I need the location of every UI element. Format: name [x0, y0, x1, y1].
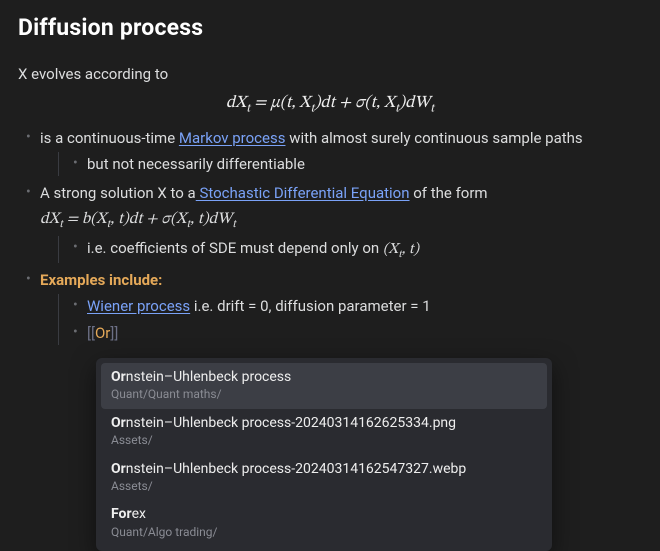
- suggestion-path: Assets/: [111, 433, 537, 449]
- suggestion-title: Ornstein–Uhlenbeck process: [111, 368, 537, 386]
- nested-list: i.e. coefficients of SDE must depend onl…: [58, 236, 642, 263]
- bullet-sde: A strong solution X to a Stochastic Diff…: [18, 181, 642, 263]
- nested-list: but not necessarily differentiable: [58, 152, 642, 176]
- suggestion-path: Quant/Algo trading/: [111, 525, 537, 541]
- suggestion-item[interactable]: Ornstein–Uhlenbeck processQuant/Quant ma…: [101, 363, 547, 409]
- text: i.e. drift = 0, diffusion parameter = 1: [190, 297, 430, 315]
- suggestion-path: Assets/: [111, 479, 537, 495]
- suggestion-title: Forex: [111, 505, 537, 523]
- text: A strong solution X to a: [40, 184, 196, 202]
- link-query[interactable]: Or: [95, 324, 110, 342]
- text: i.e. coefficients of SDE must depend onl…: [87, 239, 383, 257]
- text: of the form: [410, 184, 488, 202]
- document-page: Diffusion process X evolves according to…: [0, 0, 660, 345]
- bracket-close: ]]: [110, 324, 118, 342]
- page-title: Diffusion process: [18, 14, 642, 41]
- main-equation: dXt = μ(t, Xt)dt + σ(t, Xt)dWt: [18, 93, 642, 116]
- examples-label: Examples include:: [40, 271, 162, 289]
- link-suggestion-popup[interactable]: Ornstein–Uhlenbeck processQuant/Quant ma…: [96, 358, 552, 551]
- examples-list: Wiener process i.e. drift = 0, diffusion…: [58, 294, 642, 345]
- suggestion-path: Quant/Quant maths/: [111, 387, 537, 403]
- wiener-process-link[interactable]: Wiener process: [87, 297, 190, 315]
- bullet-not-differentiable: but not necessarily differentiable: [59, 152, 642, 176]
- suggestion-item[interactable]: Forex Quant/Algo trading/: [101, 500, 547, 546]
- example-link-editing[interactable]: [[Or]]: [59, 321, 642, 345]
- bracket-open: [[: [87, 324, 95, 342]
- text: with almost surely continuous sample pat…: [285, 129, 582, 147]
- coeff-math: (Xt, t): [383, 242, 419, 257]
- bullet-markov: is a continuous-time Markov process with…: [18, 126, 642, 176]
- text: is a continuous-time: [40, 129, 179, 147]
- bullet-sde-coeff: i.e. coefficients of SDE must depend onl…: [59, 236, 642, 263]
- intro-text: X evolves according to: [18, 65, 642, 83]
- bullet-examples: Examples include: Wiener process i.e. dr…: [18, 268, 642, 345]
- suggestion-item[interactable]: Ornstein–Uhlenbeck process-2024031416254…: [101, 455, 547, 501]
- sde-equation: dXt = b(Xt, t)dt + σ(Xt, t)dWt: [40, 207, 642, 234]
- suggestion-title: Ornstein–Uhlenbeck process-2024031416254…: [111, 460, 537, 478]
- example-wiener: Wiener process i.e. drift = 0, diffusion…: [59, 294, 642, 318]
- markov-process-link[interactable]: Markov process: [179, 129, 286, 147]
- bullet-list: is a continuous-time Markov process with…: [18, 126, 642, 345]
- suggestion-item[interactable]: Ornstein–Uhlenbeck process-2024031416262…: [101, 409, 547, 455]
- sde-link[interactable]: Stochastic Differential Equation: [196, 184, 410, 202]
- suggestion-title: Ornstein–Uhlenbeck process-2024031416262…: [111, 414, 537, 432]
